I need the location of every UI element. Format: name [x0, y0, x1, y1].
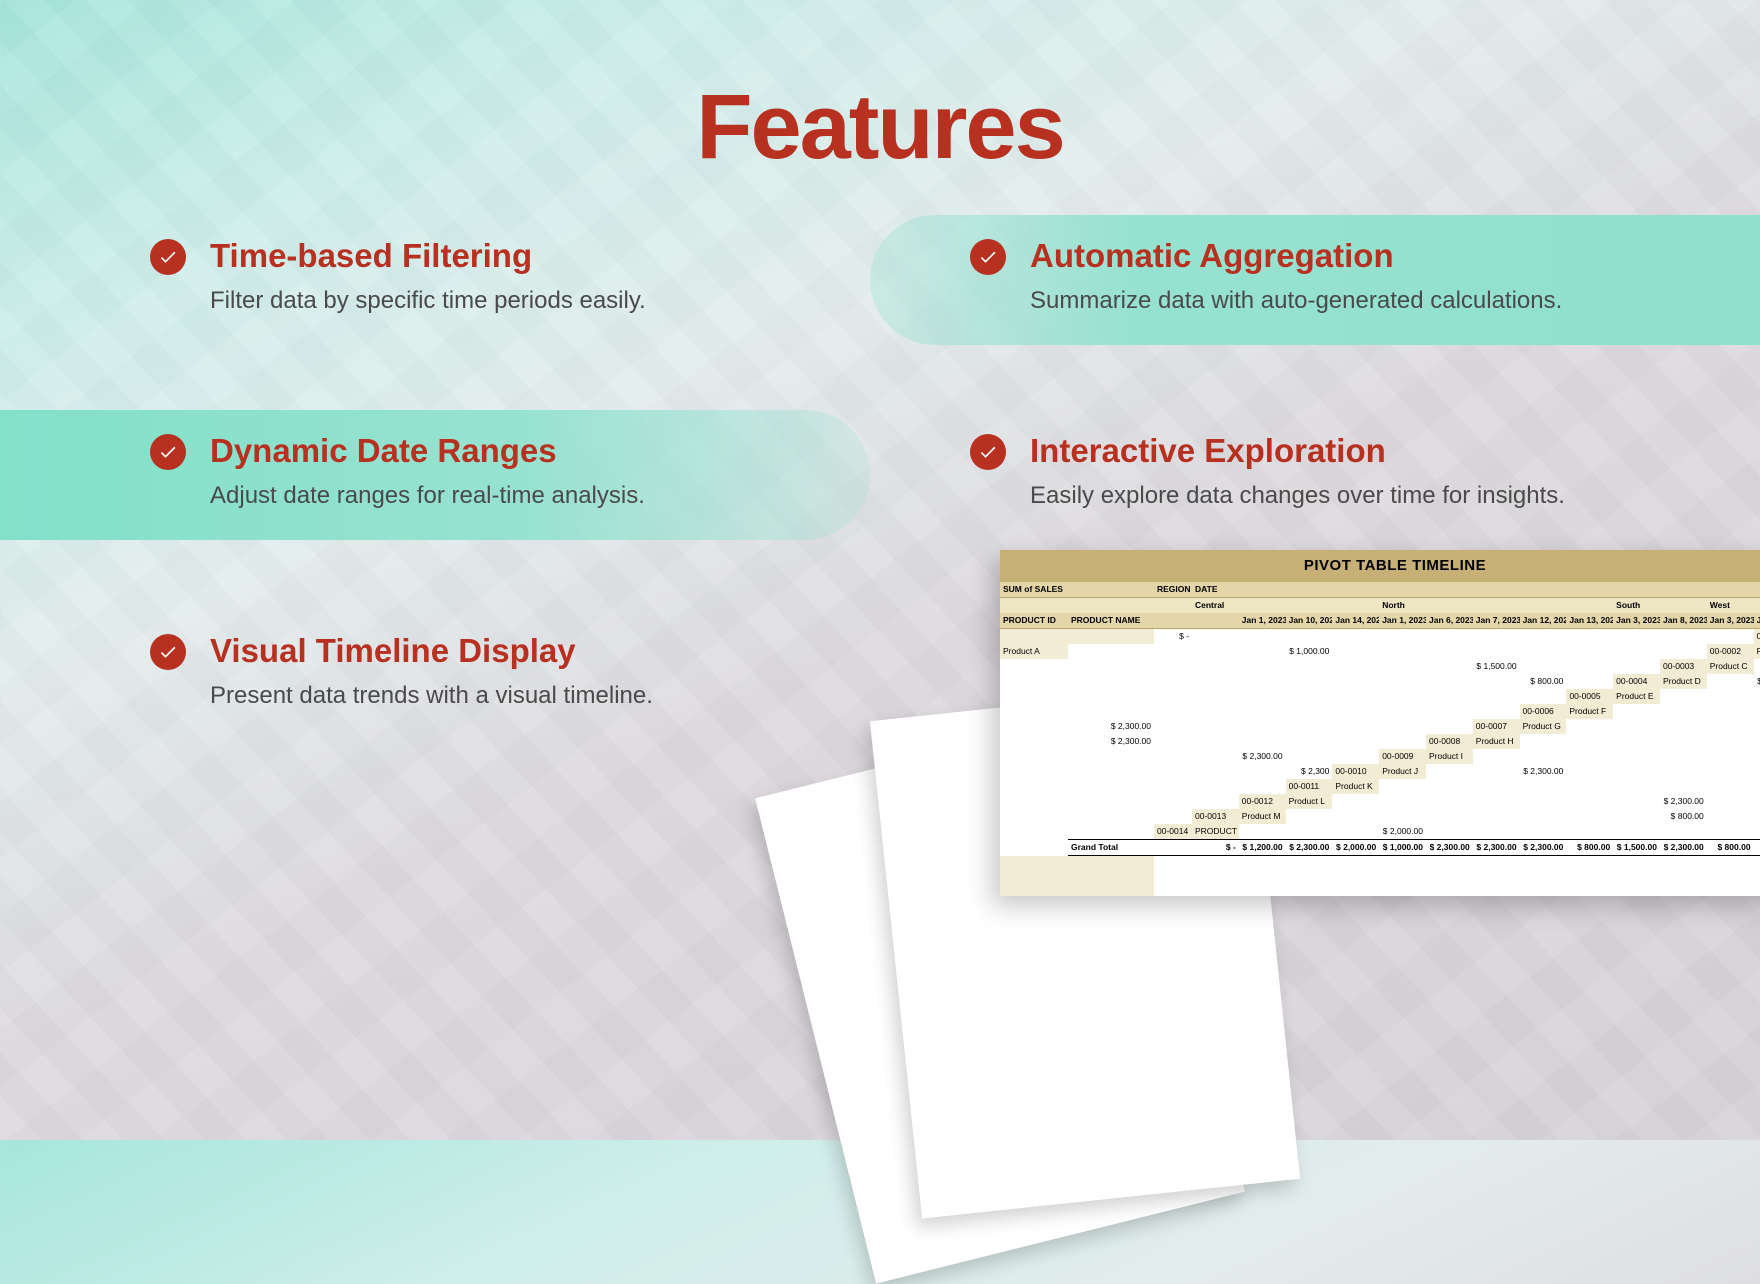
feature-description: Easily explore data changes over time fo…: [1030, 480, 1715, 512]
pivot-grid: SUM of SALESREGIONDATECentralNorthSouthW…: [1000, 582, 1760, 897]
feature-automatic-aggregation: Automatic Aggregation Summarize data wit…: [870, 215, 1760, 345]
check-icon: [970, 434, 1006, 470]
check-icon: [150, 239, 186, 275]
feature-title: Visual Timeline Display: [210, 632, 825, 670]
check-icon: [970, 239, 1006, 275]
feature-title: Dynamic Date Ranges: [210, 432, 825, 470]
feature-visual-timeline-display: Visual Timeline Display Present data tre…: [0, 610, 870, 740]
feature-title: Interactive Exploration: [1030, 432, 1715, 470]
feature-dynamic-date-ranges: Dynamic Date Ranges Adjust date ranges f…: [0, 410, 870, 540]
feature-title: Time-based Filtering: [210, 237, 825, 275]
feature-title: Automatic Aggregation: [1030, 237, 1715, 275]
check-icon: [150, 634, 186, 670]
spreadsheet-preview-stack: PIVOT TABLE TIMELINE SUM of SALESREGIOND…: [915, 550, 1760, 1190]
pivot-table-preview: PIVOT TABLE TIMELINE SUM of SALESREGIOND…: [1000, 550, 1760, 896]
feature-time-based-filtering: Time-based Filtering Filter data by spec…: [0, 215, 870, 345]
feature-interactive-exploration: Interactive Exploration Easily explore d…: [870, 410, 1760, 540]
page-title: Features: [0, 75, 1760, 180]
check-icon: [150, 434, 186, 470]
pivot-title: PIVOT TABLE TIMELINE: [1000, 550, 1760, 582]
feature-description: Present data trends with a visual timeli…: [210, 680, 825, 712]
feature-description: Filter data by specific time periods eas…: [210, 285, 825, 317]
feature-description: Summarize data with auto-generated calcu…: [1030, 285, 1715, 317]
feature-description: Adjust date ranges for real-time analysi…: [210, 480, 825, 512]
